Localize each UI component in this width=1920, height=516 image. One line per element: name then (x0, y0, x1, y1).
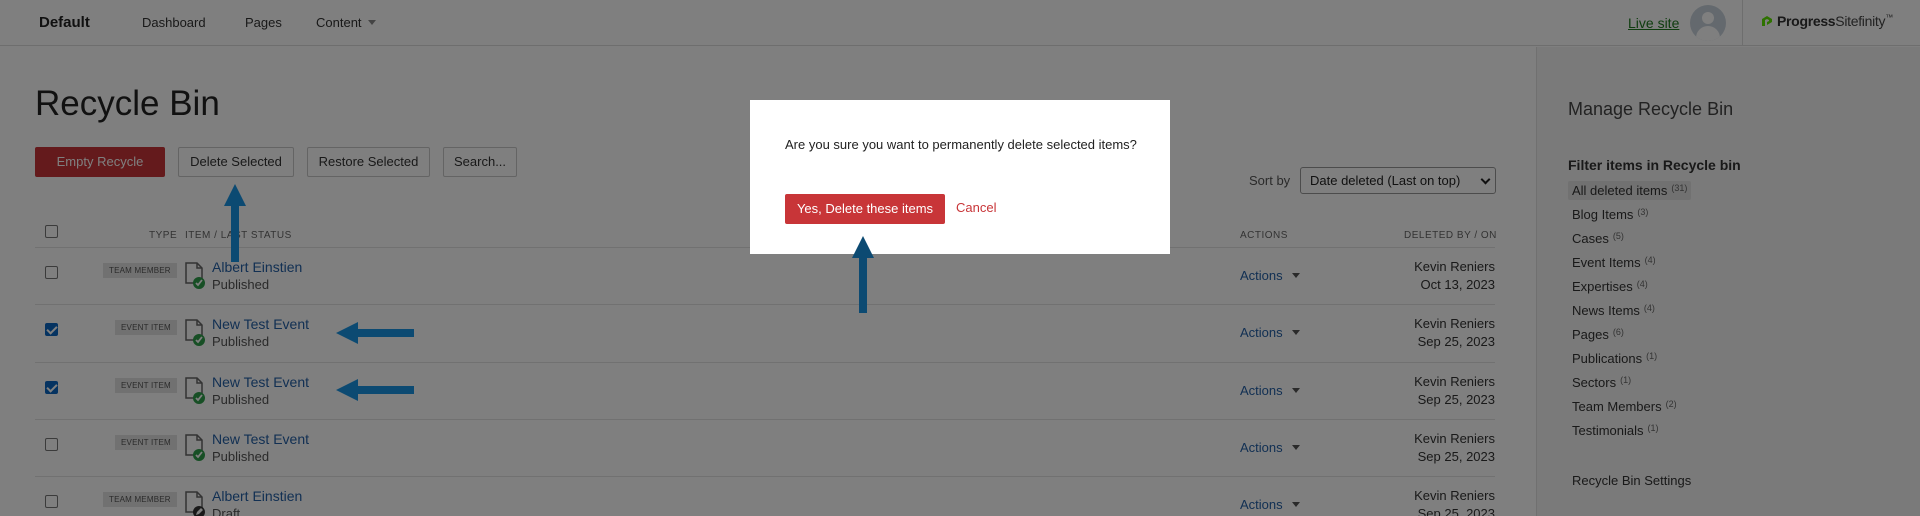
modal-overlay[interactable] (0, 0, 1920, 516)
confirm-message: Are you sure you want to permanently del… (785, 137, 1137, 152)
arrow-up-icon (224, 184, 246, 262)
arrow-up-icon (852, 236, 874, 313)
cancel-button[interactable]: Cancel (956, 200, 996, 215)
confirm-delete-dialog: Are you sure you want to permanently del… (750, 100, 1170, 254)
arrow-left-icon (336, 322, 414, 344)
arrow-left-icon (336, 379, 414, 401)
confirm-delete-button[interactable]: Yes, Delete these items (785, 194, 945, 224)
